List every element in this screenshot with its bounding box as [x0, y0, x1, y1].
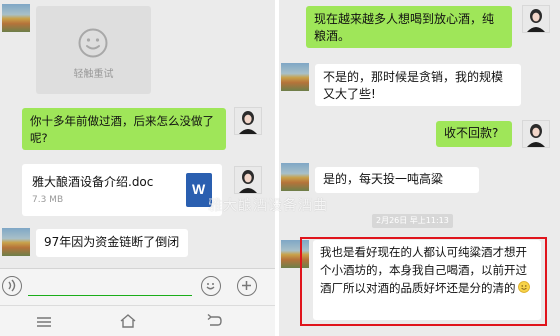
message-bubble-sent[interactable]: 现在越来越多人想喝到放心酒，纯粮酒。 — [306, 6, 512, 48]
message-bubble-sent[interactable]: 收不回款? — [436, 121, 512, 147]
image-placeholder[interactable]: 轻触重试 — [36, 6, 151, 94]
back-icon[interactable] — [206, 314, 222, 328]
retry-label[interactable]: 轻触重试 — [36, 65, 151, 80]
user-avatar[interactable] — [234, 107, 262, 135]
user-avatar[interactable] — [522, 5, 550, 33]
user-avatar[interactable] — [522, 120, 550, 148]
message-timestamp: 2月26日 早上11:13 — [372, 214, 453, 228]
highlight-box — [300, 237, 547, 326]
left-chat-panel: 轻触重试 你十多年前做过酒，后来怎么没做了呢? 雅大酿酒设备介绍.doc 7.3… — [0, 0, 275, 336]
smile-face-icon — [78, 28, 108, 58]
girl-avatar-icon — [527, 124, 545, 147]
girl-avatar-icon — [239, 111, 257, 134]
girl-avatar-icon — [527, 9, 545, 32]
message-bubble-received[interactable]: 是的，每天投一吨高粱 — [315, 167, 479, 193]
user-avatar[interactable] — [234, 166, 262, 194]
menu-icon[interactable] — [36, 316, 52, 328]
message-bubble-sent[interactable]: 你十多年前做过酒，后来怎么没做了呢? — [22, 108, 226, 150]
emoji-icon[interactable] — [201, 276, 221, 296]
girl-avatar-icon — [239, 170, 257, 193]
file-name: 雅大酿酒设备介绍.doc — [32, 175, 154, 189]
contact-avatar[interactable] — [281, 63, 309, 91]
contact-avatar[interactable] — [2, 228, 30, 256]
contact-avatar[interactable] — [281, 163, 309, 191]
file-attachment-card[interactable]: 雅大酿酒设备介绍.doc 7.3 MB W — [22, 164, 222, 216]
home-icon[interactable] — [119, 314, 137, 328]
watermark-text: 雅大酿酒设备酒曲 — [208, 198, 328, 214]
message-input-bar — [0, 268, 275, 305]
contact-avatar[interactable] — [2, 4, 30, 32]
plus-icon[interactable] — [237, 276, 257, 296]
message-input[interactable] — [28, 295, 192, 296]
system-nav-bar — [0, 305, 275, 336]
message-bubble-received[interactable]: 不是的，那时候是贪销，我的规模又大了些! — [315, 64, 521, 106]
message-bubble-received[interactable]: 97年因为资金链断了倒闭 — [36, 229, 188, 257]
file-size: 7.3 MB — [32, 195, 64, 205]
voice-icon[interactable] — [2, 276, 22, 296]
